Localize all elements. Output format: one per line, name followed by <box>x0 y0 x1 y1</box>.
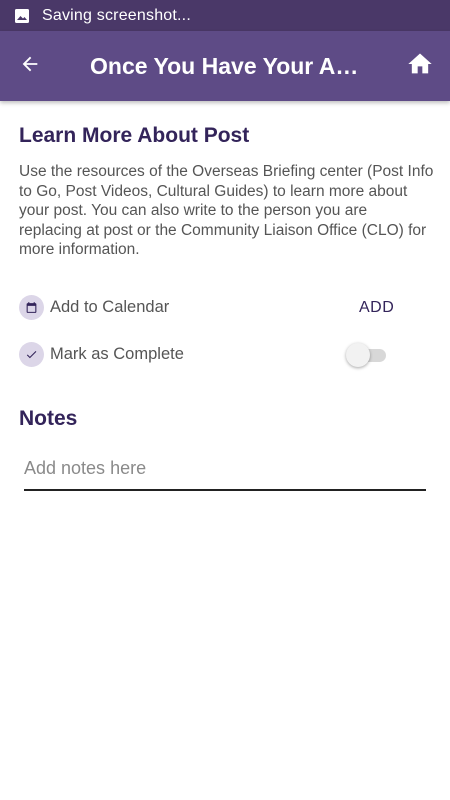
notes-input[interactable] <box>24 452 426 491</box>
toggle-thumb <box>346 342 370 367</box>
back-button[interactable] <box>0 31 60 101</box>
mark-complete-label: Mark as Complete <box>50 345 184 363</box>
arrow-back-icon <box>19 53 41 80</box>
calendar-icon <box>19 295 44 320</box>
status-bar: Saving screenshot... <box>0 0 450 31</box>
notes-title: Notes <box>19 406 78 430</box>
add-to-calendar-button[interactable]: ADD <box>359 299 394 317</box>
add-to-calendar-label: Add to Calendar <box>50 298 170 316</box>
home-button[interactable] <box>390 31 450 101</box>
content: Learn More About Post Use the resources … <box>19 101 434 491</box>
mark-complete-toggle[interactable] <box>344 342 388 368</box>
add-to-calendar-row: Add to Calendar ADD <box>19 292 434 324</box>
status-text: Saving screenshot... <box>42 6 191 24</box>
section-title: Learn More About Post <box>19 124 250 147</box>
home-icon <box>406 50 434 83</box>
section-description: Use the resources of the Overseas Briefi… <box>19 163 434 258</box>
app-bar: Once You Have Your Assignment <box>0 31 450 101</box>
image-icon <box>14 8 30 24</box>
page-title: Once You Have Your Assignment <box>90 52 390 79</box>
checkmark-icon <box>19 342 44 367</box>
mark-complete-row: Mark as Complete <box>19 339 434 371</box>
